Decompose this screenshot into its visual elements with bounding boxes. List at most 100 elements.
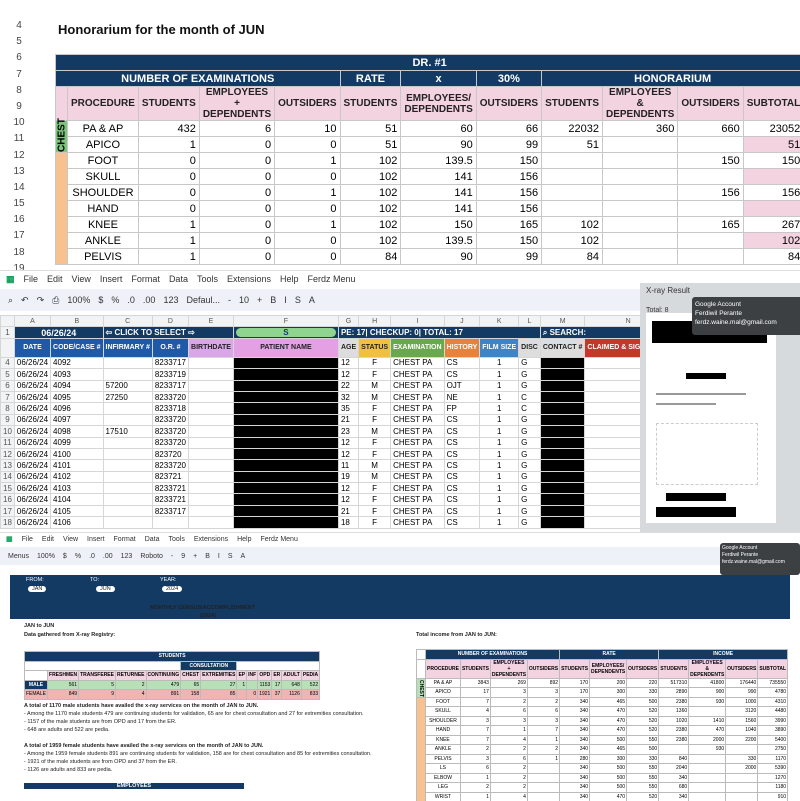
cell-age[interactable]: 12 xyxy=(338,437,358,448)
cell-date[interactable]: 06/26/24 xyxy=(14,494,50,505)
cell-film[interactable]: 1 xyxy=(480,448,519,459)
cell-e[interactable]: 0 xyxy=(199,201,274,217)
cell-film[interactable]: 1 xyxy=(480,505,519,516)
toolbar-item[interactable]: S xyxy=(295,295,301,305)
inc-cell[interactable]: 520 xyxy=(627,716,659,726)
toolbar-item[interactable]: .0 xyxy=(89,553,95,560)
inc-cell[interactable]: 500 xyxy=(590,783,627,793)
toolbar-item[interactable]: % xyxy=(111,295,119,305)
cell-exam[interactable]: CHEST PA xyxy=(391,357,444,368)
cell-code[interactable]: 4104 xyxy=(51,494,103,505)
cell-history[interactable]: CS xyxy=(444,505,480,516)
cell-inf[interactable]: 57200 xyxy=(103,380,152,391)
inc-cell[interactable]: 3 xyxy=(527,688,559,698)
column-header[interactable]: A xyxy=(14,316,50,327)
column-header[interactable]: D xyxy=(152,316,188,327)
inc-cell[interactable]: 2380 xyxy=(659,726,689,736)
inc-cell[interactable]: 1 xyxy=(527,735,559,745)
inc-cell[interactable]: 330 xyxy=(627,754,659,764)
cell-age[interactable]: 32 xyxy=(338,391,358,402)
cell-history[interactable]: NE xyxy=(444,391,480,402)
cell-code[interactable]: 4093 xyxy=(51,369,103,380)
cell-inf[interactable] xyxy=(103,414,152,425)
toolbar-item[interactable]: I xyxy=(218,553,220,560)
cell-age[interactable]: 35 xyxy=(338,403,358,414)
inc-cell[interactable]: 6 xyxy=(490,754,527,764)
cell-date[interactable]: 06/26/24 xyxy=(14,357,50,368)
cell-o[interactable]: 0 xyxy=(275,201,340,217)
inc-cell[interactable]: 1 xyxy=(460,773,490,783)
arrow-right-icon[interactable]: ⇨ xyxy=(186,328,195,337)
cell-code[interactable]: 4102 xyxy=(51,471,103,482)
cell-disc[interactable]: G xyxy=(519,426,541,437)
cell-or[interactable]: 8233720 xyxy=(152,460,188,471)
cell-or[interactable] xyxy=(152,517,188,528)
inc-cell[interactable]: 470 xyxy=(689,726,726,736)
cell-re[interactable]: 90 xyxy=(401,249,476,265)
cell-birthdate[interactable] xyxy=(189,391,234,402)
inc-cell[interactable]: 7 xyxy=(460,726,490,736)
inc-cell[interactable]: 1020 xyxy=(659,716,689,726)
cell-code[interactable]: 4097 xyxy=(51,414,103,425)
menu-item-insert[interactable]: Insert xyxy=(87,536,105,543)
menu-item-file[interactable]: File xyxy=(22,536,33,543)
cell-history[interactable]: CS xyxy=(444,437,480,448)
inc-cell[interactable]: 3 xyxy=(490,688,527,698)
toolbar-item[interactable]: Defaul... xyxy=(186,295,220,305)
cell-ro[interactable]: 99 xyxy=(476,249,541,265)
column-header[interactable]: F xyxy=(233,316,338,327)
menu-item-view[interactable]: View xyxy=(72,274,91,284)
toolbar-item[interactable]: 100% xyxy=(67,295,90,305)
inc-cell[interactable]: 3990 xyxy=(758,716,788,726)
cell-ho[interactable] xyxy=(678,169,743,185)
cell-re[interactable]: 139.5 xyxy=(401,233,476,249)
menu-item-data[interactable]: Data xyxy=(145,536,160,543)
cell-exam[interactable]: CHEST PA xyxy=(391,414,444,425)
cell-hs[interactable]: 102 xyxy=(542,217,603,233)
inc-cell[interactable]: 520 xyxy=(627,726,659,736)
inc-cell[interactable]: 1000 xyxy=(726,697,758,707)
cell-ro[interactable]: 66 xyxy=(476,121,541,137)
cell-status[interactable]: M xyxy=(359,460,391,471)
toolbar-item[interactable]: - xyxy=(228,295,231,305)
inc-cell[interactable]: 269 xyxy=(490,678,527,688)
cell-hs[interactable]: 22032 xyxy=(542,121,603,137)
inc-cell[interactable]: 2040 xyxy=(659,764,689,774)
cell-status[interactable]: M xyxy=(359,391,391,402)
inc-cell[interactable]: 500 xyxy=(627,745,659,755)
cell-film[interactable]: 1 xyxy=(480,414,519,425)
cell-disc[interactable]: G xyxy=(519,471,541,482)
cell-exam[interactable]: CHEST PA xyxy=(391,505,444,516)
cell-st[interactable]: 102 xyxy=(743,233,800,249)
toolbar-item[interactable]: + xyxy=(193,553,197,560)
cell-s[interactable]: 0 xyxy=(138,153,199,169)
inc-cell[interactable]: 1360 xyxy=(659,707,689,717)
cell-rs[interactable]: 102 xyxy=(340,169,401,185)
inc-cell[interactable]: ELBOW xyxy=(426,773,461,783)
cell-date[interactable]: 06/26/24 xyxy=(14,426,50,437)
cell-rs[interactable]: 102 xyxy=(340,233,401,249)
inc-cell[interactable]: 680 xyxy=(659,783,689,793)
cell-s[interactable]: 432 xyxy=(138,121,199,137)
inc-cell[interactable]: 550 xyxy=(627,735,659,745)
inc-cell[interactable]: 2890 xyxy=(659,688,689,698)
menu-item-tools[interactable]: Tools xyxy=(197,274,218,284)
cell-history[interactable]: CS xyxy=(444,357,480,368)
cell-exam[interactable]: CHEST PA xyxy=(391,517,444,528)
cell-or[interactable]: 8233718 xyxy=(152,403,188,414)
cell-birthdate[interactable] xyxy=(189,471,234,482)
inc-cell[interactable]: FOOT xyxy=(426,697,461,707)
cell-hs[interactable] xyxy=(542,185,603,201)
cell-or[interactable]: 823721 xyxy=(152,471,188,482)
cell-history[interactable]: CS xyxy=(444,483,480,494)
inc-cell[interactable]: 340 xyxy=(560,707,590,717)
column-header[interactable]: C xyxy=(103,316,152,327)
cell-re[interactable]: 141 xyxy=(401,201,476,217)
inc-cell[interactable] xyxy=(689,773,726,783)
cell-rs[interactable]: 102 xyxy=(340,153,401,169)
toolbar-item[interactable]: A xyxy=(309,295,315,305)
cell-he[interactable] xyxy=(603,153,678,169)
cell-history[interactable]: FP xyxy=(444,403,480,414)
cell-code[interactable]: 4096 xyxy=(51,403,103,414)
toolbar-item[interactable]: B xyxy=(205,553,210,560)
